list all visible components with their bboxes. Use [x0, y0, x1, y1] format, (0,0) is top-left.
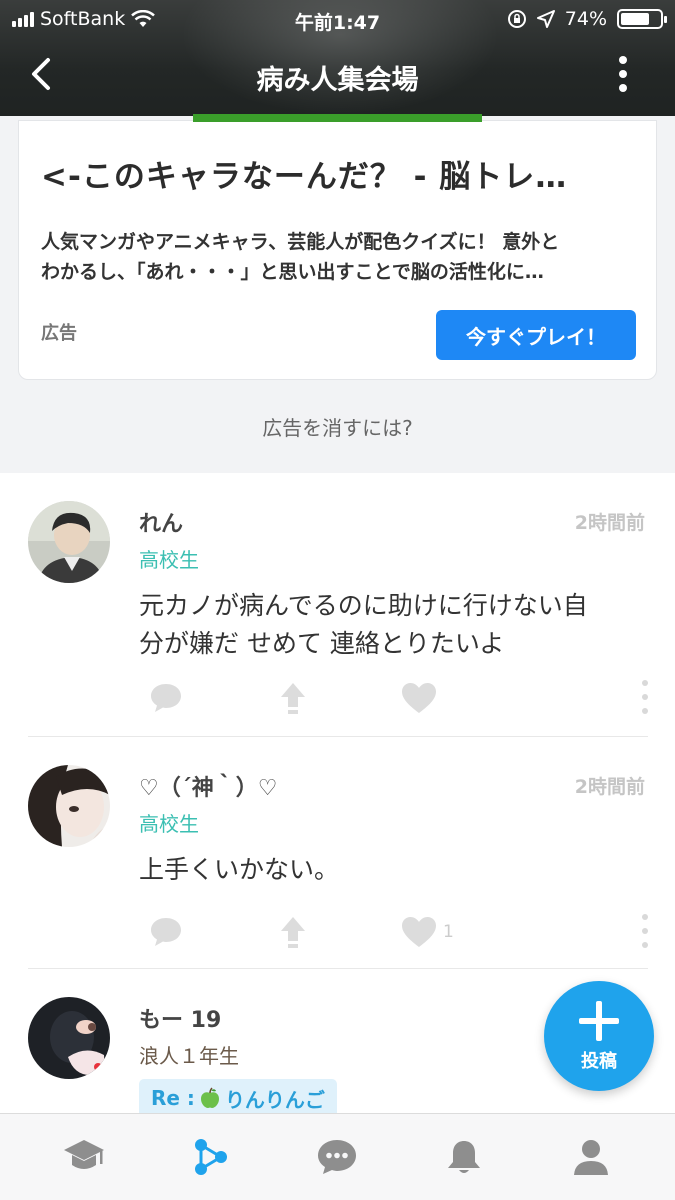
tab-school[interactable] [59, 1134, 109, 1180]
play-now-button[interactable]: 今すぐプレイ！ [436, 310, 636, 360]
location-arrow-icon [536, 10, 555, 28]
post-menu-icon[interactable] [641, 680, 649, 714]
post-divider [28, 736, 648, 737]
comment-button[interactable] [149, 912, 183, 952]
like-button[interactable] [401, 678, 437, 718]
graduation-cap-icon [64, 1140, 104, 1169]
post-text-line: 元カノが病んでるのに助けに行けない自 [139, 591, 588, 620]
like-count: 1 [443, 922, 454, 942]
rotation-lock-icon [507, 10, 526, 28]
post-menu-icon[interactable] [641, 914, 649, 948]
status-right: 74% [507, 8, 667, 30]
ad-card[interactable]: <-このキャラなーんだ？ - 脳トレ… 人気マンガやアニメキャラ、芸能人が配色ク… [18, 120, 657, 380]
tab-network[interactable] [186, 1134, 236, 1180]
post-actions: 1 [139, 912, 649, 952]
user-grade: 高校生 [139, 548, 199, 572]
post-text-line: 分が嫌だ せめて 連絡とりたいよ [139, 629, 505, 658]
post-actions [139, 678, 649, 718]
user-name[interactable]: れん [139, 506, 183, 538]
reply-target: りんりんご [224, 1087, 325, 1112]
comment-button[interactable] [149, 678, 183, 718]
network-icon [195, 1139, 227, 1175]
status-bar: SoftBank 午前1:47 74% [0, 0, 675, 38]
upload-arrow-icon [281, 917, 305, 948]
avatar[interactable] [28, 765, 110, 847]
like-button[interactable]: 1 [401, 912, 454, 952]
ad-description-line: わかるし、「あれ・・・」と思い出すことで脳の活性化に… [41, 261, 544, 283]
reply-tag[interactable]: Re : りんりんご [139, 1079, 337, 1113]
reply-prefix: Re : [151, 1086, 195, 1110]
plus-icon [579, 1001, 619, 1041]
tab-notifications[interactable] [439, 1134, 489, 1180]
remove-ads-link[interactable]: 広告を消すには? [0, 412, 675, 441]
app-header: SoftBank 午前1:47 74% 病み人集会場 [0, 0, 675, 116]
comment-icon [151, 918, 181, 946]
upload-arrow-icon [281, 683, 305, 714]
new-post-label: 投稿 [581, 1051, 617, 1072]
post-time: 2時間前 [574, 776, 645, 798]
vertical-dots-icon[interactable] [617, 56, 629, 92]
share-button[interactable] [279, 678, 307, 718]
share-button[interactable] [279, 912, 307, 952]
ad-description: 人気マンガやアニメキャラ、芸能人が配色クイズに！ 意外と わかるし、「あれ・・・… [41, 227, 641, 287]
bottom-tab-bar [0, 1113, 675, 1200]
tab-profile[interactable] [566, 1134, 616, 1180]
post-time: 2時間前 [574, 512, 645, 534]
ad-label: 広告 [41, 323, 77, 344]
user-name[interactable]: もー 19 [139, 1002, 221, 1034]
new-post-button[interactable]: 投稿 [544, 981, 654, 1091]
green-apple-icon [200, 1087, 219, 1108]
heart-icon [402, 917, 436, 947]
battery-percent: 74% [564, 8, 607, 30]
post-text-line: 上手くいかない。 [139, 855, 340, 884]
post-text: 上手くいかない。 [139, 851, 639, 889]
avatar[interactable] [28, 501, 110, 583]
ad-title[interactable]: <-このキャラなーんだ？ - 脳トレ… [41, 151, 567, 196]
post-text: 元カノが病んでるのに助けに行けない自 分が嫌だ せめて 連絡とりたいよ [139, 587, 639, 663]
heart-icon [402, 683, 436, 713]
post-divider [28, 968, 648, 969]
tab-chat[interactable] [312, 1134, 362, 1180]
person-icon [574, 1140, 608, 1175]
chat-bubble-icon [318, 1140, 356, 1174]
user-grade: 高校生 [139, 812, 199, 836]
progress-accent-bar [193, 114, 482, 122]
user-name[interactable]: ♡（´神｀）♡ [139, 770, 277, 802]
user-grade: 浪人１年生 [139, 1044, 239, 1068]
nav-bar: 病み人集会場 [0, 44, 675, 104]
ad-description-line: 人気マンガやアニメキャラ、芸能人が配色クイズに！ 意外と [41, 231, 560, 253]
bell-icon [448, 1141, 480, 1173]
avatar[interactable] [28, 997, 110, 1079]
page-title: 病み人集会場 [256, 65, 419, 96]
comment-icon [151, 684, 181, 712]
battery-icon [617, 9, 667, 29]
